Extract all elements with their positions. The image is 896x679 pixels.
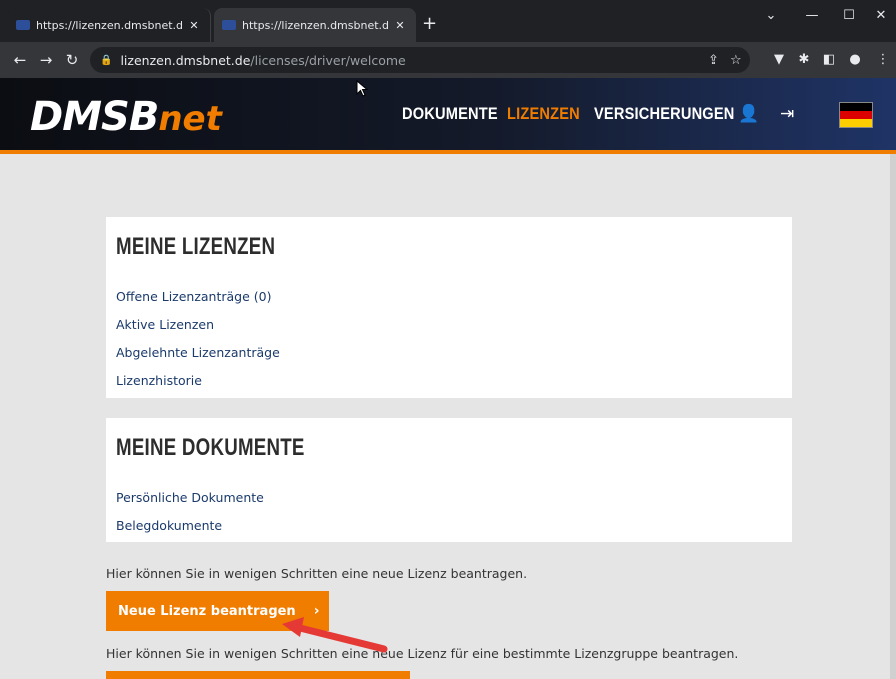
link-receipt-documents[interactable]: Belegdokumente bbox=[116, 512, 782, 540]
documents-card: MEINE DOKUMENTE Persönliche Dokumente Be… bbox=[106, 418, 792, 542]
side-panel-icon[interactable]: ◧ bbox=[820, 52, 838, 67]
profile-icon[interactable]: ● bbox=[846, 52, 864, 67]
close-tab-icon[interactable]: ✕ bbox=[392, 19, 408, 32]
back-icon[interactable]: ← bbox=[10, 51, 30, 69]
address-bar[interactable]: 🔒 lizenzen.dmsbnet.de/licenses/driver/we… bbox=[90, 47, 750, 73]
logout-icon[interactable]: ⇥ bbox=[780, 104, 794, 124]
favicon-icon bbox=[222, 20, 236, 30]
extensions-puzzle-icon[interactable]: ✱ bbox=[795, 52, 813, 67]
extension-v-icon[interactable]: ▼ bbox=[770, 52, 788, 67]
nav-versicherungen[interactable]: VERSICHERUNGEN bbox=[594, 104, 735, 124]
documents-title: MEINE DOKUMENTE bbox=[116, 434, 305, 461]
link-active-licenses[interactable]: Aktive Lizenzen bbox=[116, 311, 782, 339]
reload-icon[interactable]: ↻ bbox=[62, 51, 82, 69]
browser-tab-bar: https://lizenzen.dmsbnet.de/licen ✕ http… bbox=[0, 0, 896, 42]
lock-icon: 🔒 bbox=[100, 54, 113, 66]
tab-title: https://lizenzen.dmsbnet.de/licen bbox=[36, 18, 182, 32]
browser-tab[interactable]: https://lizenzen.dmsbnet.de/licen ✕ bbox=[8, 8, 211, 42]
url-host: lizenzen.dmsbnet.de bbox=[120, 52, 251, 68]
minimize-icon[interactable]: — bbox=[797, 8, 827, 23]
new-license-button-label: Neue Lizenz beantragen bbox=[118, 603, 296, 619]
new-tab-button[interactable]: + bbox=[422, 14, 437, 34]
tab-search-icon[interactable]: ⌄ bbox=[756, 8, 786, 23]
share-icon[interactable]: ⇪ bbox=[708, 53, 719, 68]
link-rejected-applications[interactable]: Abgelehnte Lizenzanträge bbox=[116, 339, 782, 367]
bookmark-star-icon[interactable]: ☆ bbox=[730, 53, 742, 68]
tab-title: https://lizenzen.dmsbnet.de/licen bbox=[242, 18, 388, 32]
german-flag-icon[interactable] bbox=[839, 102, 873, 128]
favicon-icon bbox=[16, 20, 30, 30]
group-license-button[interactable] bbox=[106, 671, 410, 679]
site-header: DMSBnet DOKUMENTE LIZENZEN VERSICHERUNGE… bbox=[0, 78, 896, 154]
forward-icon[interactable]: → bbox=[36, 51, 56, 69]
user-icon[interactable]: 👤 bbox=[738, 104, 759, 124]
url-path: /licenses/driver/welcome bbox=[250, 52, 406, 68]
mouse-cursor-icon bbox=[356, 80, 369, 97]
maximize-icon[interactable]: ☐ bbox=[834, 8, 864, 23]
link-license-history[interactable]: Lizenzhistorie bbox=[116, 367, 782, 395]
link-open-applications[interactable]: Offene Lizenzanträge (0) bbox=[116, 283, 782, 311]
logo-suffix: net bbox=[158, 99, 222, 139]
menu-kebab-icon[interactable]: ⋮ bbox=[874, 52, 892, 67]
licenses-title: MEINE LIZENZEN bbox=[116, 233, 276, 260]
nav-dokumente[interactable]: DOKUMENTE bbox=[402, 104, 498, 124]
close-tab-icon[interactable]: ✕ bbox=[186, 19, 202, 32]
licenses-card: MEINE LIZENZEN Offene Lizenzanträge (0) … bbox=[106, 217, 792, 398]
browser-toolbar: ← → ↻ 🔒 lizenzen.dmsbnet.de/licenses/dri… bbox=[0, 42, 896, 78]
new-license-info: Hier können Sie in wenigen Schritten ein… bbox=[106, 566, 528, 581]
page-scrollbar[interactable] bbox=[890, 154, 896, 679]
annotation-arrow-icon bbox=[282, 617, 388, 653]
link-personal-documents[interactable]: Persönliche Dokumente bbox=[116, 484, 782, 512]
nav-lizenzen[interactable]: LIZENZEN bbox=[507, 104, 580, 124]
browser-tab-active[interactable]: https://lizenzen.dmsbnet.de/licen ✕ bbox=[214, 8, 416, 42]
window-close-icon[interactable]: ✕ bbox=[866, 8, 896, 23]
logo-main: DMSB bbox=[30, 94, 159, 140]
dmsb-logo[interactable]: DMSBnet bbox=[30, 94, 222, 140]
group-license-info: Hier können Sie in wenigen Schritten ein… bbox=[106, 646, 739, 661]
